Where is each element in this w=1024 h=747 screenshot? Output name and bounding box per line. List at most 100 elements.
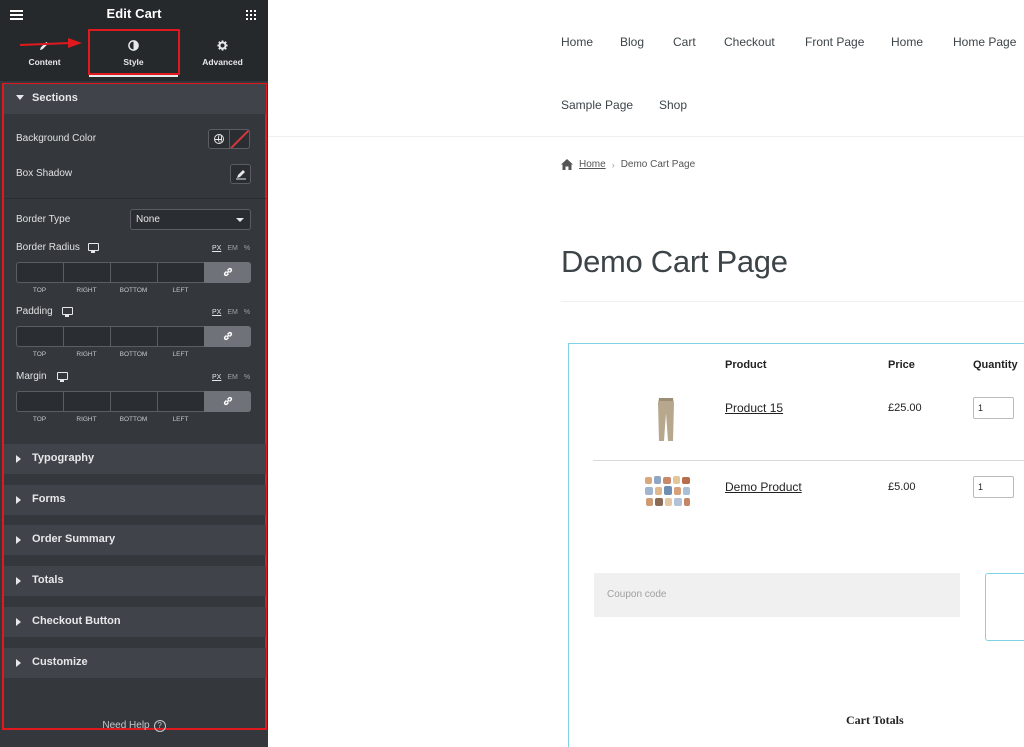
border-radius-units: PX EM% xyxy=(212,245,256,252)
nav-home-page[interactable]: Home Page xyxy=(953,35,1016,49)
section-checkout-button-header[interactable]: Checkout Button xyxy=(4,607,266,637)
link-values-button[interactable] xyxy=(204,262,251,283)
product-link[interactable]: Product 15 xyxy=(725,401,783,415)
nav-home[interactable]: Home xyxy=(561,35,593,49)
panel-header: Edit Cart xyxy=(0,0,268,29)
global-colors-button[interactable] xyxy=(208,129,230,149)
section-totals-header[interactable]: Totals xyxy=(4,566,266,596)
border-radius-labels: TOP RIGHT BOTTOM LEFT xyxy=(16,287,204,294)
dim-label-top: TOP xyxy=(32,416,47,423)
border-radius-left-input[interactable] xyxy=(157,262,204,283)
chevron-down-icon xyxy=(236,218,244,222)
desktop-device-icon[interactable] xyxy=(88,243,99,253)
widgets-grid-icon[interactable] xyxy=(246,10,256,20)
margin-bottom-input[interactable] xyxy=(110,391,157,412)
section-customize-header[interactable]: Customize xyxy=(4,648,266,678)
desktop-device-icon[interactable] xyxy=(62,307,73,317)
section-forms-label: Forms xyxy=(32,493,66,505)
nav-front-page[interactable]: Front Page xyxy=(805,35,864,49)
box-shadow-label: Box Shadow xyxy=(16,168,73,179)
unit-em[interactable]: EM xyxy=(227,245,238,252)
section-forms-header[interactable]: Forms xyxy=(4,485,266,515)
background-color-label: Background Color xyxy=(16,133,97,144)
dim-label-right: RIGHT xyxy=(76,416,97,423)
nav-cart[interactable]: Cart xyxy=(673,35,696,49)
margin-labels: TOP RIGHT BOTTOM LEFT xyxy=(16,416,204,423)
padding-top-input[interactable] xyxy=(16,326,63,347)
help-question-icon: ? xyxy=(153,720,166,732)
caret-right-icon xyxy=(16,659,21,667)
margin-units: PX EM% xyxy=(212,374,256,381)
unit-percent[interactable]: % xyxy=(244,374,250,381)
border-type-value: None xyxy=(136,214,160,225)
box-shadow-edit-button[interactable] xyxy=(230,164,251,184)
product-thumbnail[interactable] xyxy=(651,397,681,443)
desktop-device-icon[interactable] xyxy=(57,372,68,382)
col-header-product: Product xyxy=(725,359,767,371)
nav-checkout[interactable]: Checkout xyxy=(724,35,775,49)
link-icon xyxy=(223,331,233,341)
nav-blog[interactable]: Blog xyxy=(620,35,644,49)
panel-title: Edit Cart xyxy=(106,6,162,21)
padding-label: Padding xyxy=(16,306,53,317)
home-icon xyxy=(561,159,573,170)
padding-right-input[interactable] xyxy=(63,326,110,347)
margin-inputs xyxy=(16,391,251,412)
background-color-control[interactable] xyxy=(208,129,250,149)
border-radius-bottom-input[interactable] xyxy=(110,262,157,283)
border-type-label: Border Type xyxy=(16,214,71,225)
nav-home-2[interactable]: Home xyxy=(891,35,923,49)
link-values-button[interactable] xyxy=(204,326,251,347)
nav-sample-page[interactable]: Sample Page xyxy=(561,98,633,112)
unit-em[interactable]: EM xyxy=(227,309,238,316)
coupon-code-input[interactable]: Coupon code xyxy=(594,573,960,617)
apply-coupon-button[interactable] xyxy=(985,573,1024,641)
unit-percent[interactable]: % xyxy=(244,309,250,316)
section-order-summary-header[interactable]: Order Summary xyxy=(4,525,266,555)
unit-px[interactable]: PX xyxy=(212,245,221,252)
link-icon xyxy=(223,267,233,277)
border-radius-top-input[interactable] xyxy=(16,262,63,283)
cart-totals-heading: Cart Totals xyxy=(846,713,904,727)
product-price: £25.00 xyxy=(888,402,922,414)
padding-labels: TOP RIGHT BOTTOM LEFT xyxy=(16,351,204,358)
unit-px[interactable]: PX xyxy=(212,374,221,381)
editor-panel: Edit Cart Content Style Advanced Section… xyxy=(0,0,268,747)
caret-right-icon xyxy=(16,496,21,504)
tab-advanced[interactable]: Advanced xyxy=(178,29,267,77)
globe-icon xyxy=(214,134,224,144)
color-picker-swatch[interactable] xyxy=(230,129,250,149)
unit-px[interactable]: PX xyxy=(212,309,221,316)
dim-label-right: RIGHT xyxy=(76,351,97,358)
border-type-select[interactable]: None xyxy=(130,209,251,230)
border-radius-right-input[interactable] xyxy=(63,262,110,283)
unit-percent[interactable]: % xyxy=(244,245,250,252)
annotation-arrow-icon xyxy=(20,38,82,48)
margin-left-input[interactable] xyxy=(157,391,204,412)
unit-em[interactable]: EM xyxy=(227,374,238,381)
section-typography-header[interactable]: Typography xyxy=(4,444,266,474)
product-thumbnail[interactable] xyxy=(644,475,691,507)
margin-top-input[interactable] xyxy=(16,391,63,412)
cart-widget[interactable] xyxy=(568,343,1024,747)
nav-shop[interactable]: Shop xyxy=(659,98,687,112)
site-preview: Home Blog Cart Checkout Front Page Home … xyxy=(268,0,1024,747)
quantity-input[interactable]: 1 xyxy=(973,397,1014,419)
border-radius-inputs xyxy=(16,262,251,283)
need-help-link[interactable]: Need Help? xyxy=(0,720,268,732)
dim-label-top: TOP xyxy=(32,287,47,294)
dim-label-bottom: BOTTOM xyxy=(119,351,148,358)
padding-bottom-input[interactable] xyxy=(110,326,157,347)
link-values-button[interactable] xyxy=(204,391,251,412)
padding-units: PX EM% xyxy=(212,309,256,316)
tab-content[interactable]: Content xyxy=(0,29,89,77)
page-title: Demo Cart Page xyxy=(561,244,788,279)
section-sections-header[interactable]: Sections xyxy=(4,84,266,114)
breadcrumb-home-link[interactable]: Home xyxy=(579,159,606,170)
product-link[interactable]: Demo Product xyxy=(725,480,802,494)
caret-right-icon xyxy=(16,618,21,626)
section-customize-label: Customize xyxy=(32,656,88,668)
quantity-input[interactable]: 1 xyxy=(973,476,1014,498)
padding-left-input[interactable] xyxy=(157,326,204,347)
margin-right-input[interactable] xyxy=(63,391,110,412)
